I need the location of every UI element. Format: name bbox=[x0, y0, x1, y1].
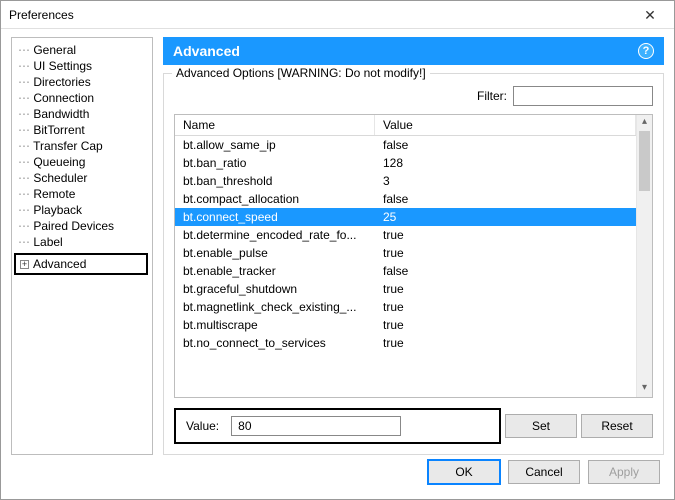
table-row[interactable]: bt.compact_allocationfalse bbox=[175, 190, 636, 208]
sidebar-item-ui-settings[interactable]: ⋯ UI Settings bbox=[14, 58, 150, 74]
sidebar-item-scheduler[interactable]: ⋯ Scheduler bbox=[14, 170, 150, 186]
cell-value: false bbox=[375, 190, 636, 208]
table-row[interactable]: bt.ban_threshold3 bbox=[175, 172, 636, 190]
sidebar-item-queueing[interactable]: ⋯ Queueing bbox=[14, 154, 150, 170]
value-input[interactable] bbox=[231, 416, 401, 436]
titlebar: Preferences ✕ bbox=[1, 1, 674, 29]
table-header: Name Value bbox=[175, 115, 636, 136]
cell-name: bt.allow_same_ip bbox=[175, 136, 375, 154]
apply-button[interactable]: Apply bbox=[588, 460, 660, 484]
cell-value: true bbox=[375, 334, 636, 352]
table-row[interactable]: bt.enable_trackerfalse bbox=[175, 262, 636, 280]
table-row[interactable]: bt.no_connect_to_servicestrue bbox=[175, 334, 636, 352]
window-title: Preferences bbox=[9, 8, 74, 22]
sidebar-item-remote[interactable]: ⋯ Remote bbox=[14, 186, 150, 202]
cell-value: true bbox=[375, 280, 636, 298]
cell-name: bt.enable_pulse bbox=[175, 244, 375, 262]
cell-value: 25 bbox=[375, 208, 636, 226]
category-tree: ⋯ General ⋯ UI Settings ⋯ Directories ⋯ … bbox=[11, 37, 153, 455]
expand-icon[interactable]: + bbox=[20, 260, 29, 269]
table-row[interactable]: bt.determine_encoded_rate_fo...true bbox=[175, 226, 636, 244]
scroll-thumb[interactable] bbox=[639, 131, 650, 191]
sidebar-item-connection[interactable]: ⋯ Connection bbox=[14, 90, 150, 106]
table-row[interactable]: bt.ban_ratio128 bbox=[175, 154, 636, 172]
cell-value: false bbox=[375, 262, 636, 280]
value-editor-box: Value: bbox=[174, 408, 501, 444]
value-editor-row: Value: Set Reset bbox=[174, 408, 653, 444]
ok-button[interactable]: OK bbox=[428, 460, 500, 484]
table-row[interactable]: bt.multiscrapetrue bbox=[175, 316, 636, 334]
dialog-footer: OK Cancel Apply bbox=[1, 455, 674, 499]
cell-value: 3 bbox=[375, 172, 636, 190]
cell-name: bt.enable_tracker bbox=[175, 262, 375, 280]
sidebar-item-paired-devices[interactable]: ⋯ Paired Devices bbox=[14, 218, 150, 234]
cell-name: bt.graceful_shutdown bbox=[175, 280, 375, 298]
cancel-button[interactable]: Cancel bbox=[508, 460, 580, 484]
cell-name: bt.magnetlink_check_existing_... bbox=[175, 298, 375, 316]
cell-name: bt.determine_encoded_rate_fo... bbox=[175, 226, 375, 244]
help-icon[interactable]: ? bbox=[638, 43, 654, 59]
cell-value: false bbox=[375, 136, 636, 154]
table-row[interactable]: bt.magnetlink_check_existing_...true bbox=[175, 298, 636, 316]
sidebar-item-advanced[interactable]: +Advanced bbox=[14, 253, 148, 275]
cell-value: true bbox=[375, 316, 636, 334]
sidebar-item-bittorrent[interactable]: ⋯ BitTorrent bbox=[14, 122, 150, 138]
advanced-options-group: Advanced Options [WARNING: Do not modify… bbox=[163, 73, 664, 455]
cell-name: bt.compact_allocation bbox=[175, 190, 375, 208]
cell-name: bt.ban_ratio bbox=[175, 154, 375, 172]
options-table: Name Value bt.allow_same_ipfalsebt.ban_r… bbox=[174, 114, 653, 398]
close-icon[interactable]: ✕ bbox=[630, 2, 670, 28]
groupbox-title: Advanced Options [WARNING: Do not modify… bbox=[172, 66, 430, 80]
sidebar-item-transfer-cap[interactable]: ⋯ Transfer Cap bbox=[14, 138, 150, 154]
table-row[interactable]: bt.connect_speed25 bbox=[175, 208, 636, 226]
sidebar-item-directories[interactable]: ⋯ Directories bbox=[14, 74, 150, 90]
cell-value: true bbox=[375, 226, 636, 244]
filter-input[interactable] bbox=[513, 86, 653, 106]
column-value[interactable]: Value bbox=[375, 115, 636, 135]
set-button[interactable]: Set bbox=[505, 414, 577, 438]
vertical-scrollbar[interactable]: ▴ ▾ bbox=[636, 115, 652, 397]
content-panel: Advanced ? Advanced Options [WARNING: Do… bbox=[163, 37, 664, 455]
table-row[interactable]: bt.enable_pulsetrue bbox=[175, 244, 636, 262]
sidebar-item-label[interactable]: ⋯ Label bbox=[14, 234, 150, 250]
filter-label: Filter: bbox=[477, 89, 507, 103]
cell-name: bt.multiscrape bbox=[175, 316, 375, 334]
content-header: Advanced ? bbox=[163, 37, 664, 65]
cell-value: true bbox=[375, 298, 636, 316]
sidebar-item-general[interactable]: ⋯ General bbox=[14, 42, 150, 58]
reset-button[interactable]: Reset bbox=[581, 414, 653, 438]
cell-name: bt.no_connect_to_services bbox=[175, 334, 375, 352]
scroll-down-icon[interactable]: ▾ bbox=[637, 381, 652, 397]
sidebar-item-bandwidth[interactable]: ⋯ Bandwidth bbox=[14, 106, 150, 122]
table-row[interactable]: bt.allow_same_ipfalse bbox=[175, 136, 636, 154]
cell-value: 128 bbox=[375, 154, 636, 172]
filter-row: Filter: bbox=[174, 86, 653, 106]
cell-name: bt.connect_speed bbox=[175, 208, 375, 226]
sidebar-item-playback[interactable]: ⋯ Playback bbox=[14, 202, 150, 218]
table-row[interactable]: bt.graceful_shutdowntrue bbox=[175, 280, 636, 298]
cell-name: bt.ban_threshold bbox=[175, 172, 375, 190]
cell-value: true bbox=[375, 244, 636, 262]
column-name[interactable]: Name bbox=[175, 115, 375, 135]
content-title: Advanced bbox=[173, 43, 240, 59]
preferences-window: Preferences ✕ ⋯ General ⋯ UI Settings ⋯ … bbox=[0, 0, 675, 500]
scroll-up-icon[interactable]: ▴ bbox=[637, 115, 652, 131]
value-label: Value: bbox=[186, 419, 219, 433]
